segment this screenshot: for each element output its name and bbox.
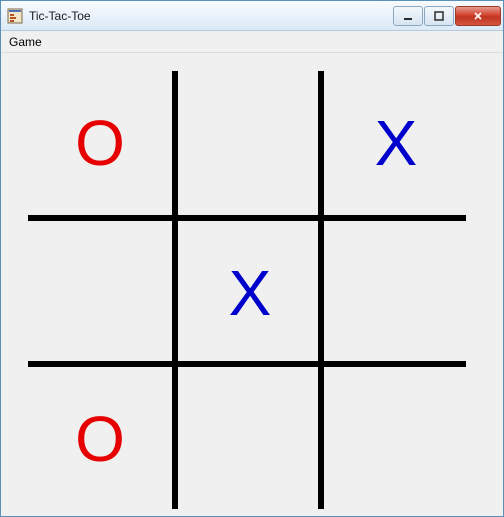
cell-1-1[interactable]: X bbox=[178, 221, 322, 365]
app-icon bbox=[7, 8, 23, 24]
close-icon bbox=[473, 11, 483, 21]
cell-2-0[interactable]: O bbox=[28, 367, 172, 511]
maximize-icon bbox=[434, 11, 444, 21]
game-board: O X X O bbox=[28, 71, 466, 509]
maximize-button[interactable] bbox=[424, 6, 454, 26]
minimize-icon bbox=[403, 11, 413, 21]
cell-0-2[interactable]: X bbox=[324, 71, 468, 215]
menubar: Game bbox=[1, 31, 503, 53]
minimize-button[interactable] bbox=[393, 6, 423, 26]
cell-1-0[interactable] bbox=[28, 221, 172, 365]
cell-0-0[interactable]: O bbox=[28, 71, 172, 215]
cell-0-1[interactable] bbox=[178, 71, 322, 215]
cell-2-1[interactable] bbox=[178, 367, 322, 511]
menu-game[interactable]: Game bbox=[1, 31, 50, 52]
window-controls bbox=[392, 6, 501, 26]
client-area: O X X O bbox=[1, 53, 503, 516]
titlebar: Tic-Tac-Toe bbox=[1, 1, 503, 31]
cell-2-2[interactable] bbox=[324, 367, 468, 511]
window-title: Tic-Tac-Toe bbox=[29, 9, 392, 23]
cell-1-2[interactable] bbox=[324, 221, 468, 365]
app-window: Tic-Tac-Toe Game bbox=[0, 0, 504, 517]
close-button[interactable] bbox=[455, 6, 501, 26]
